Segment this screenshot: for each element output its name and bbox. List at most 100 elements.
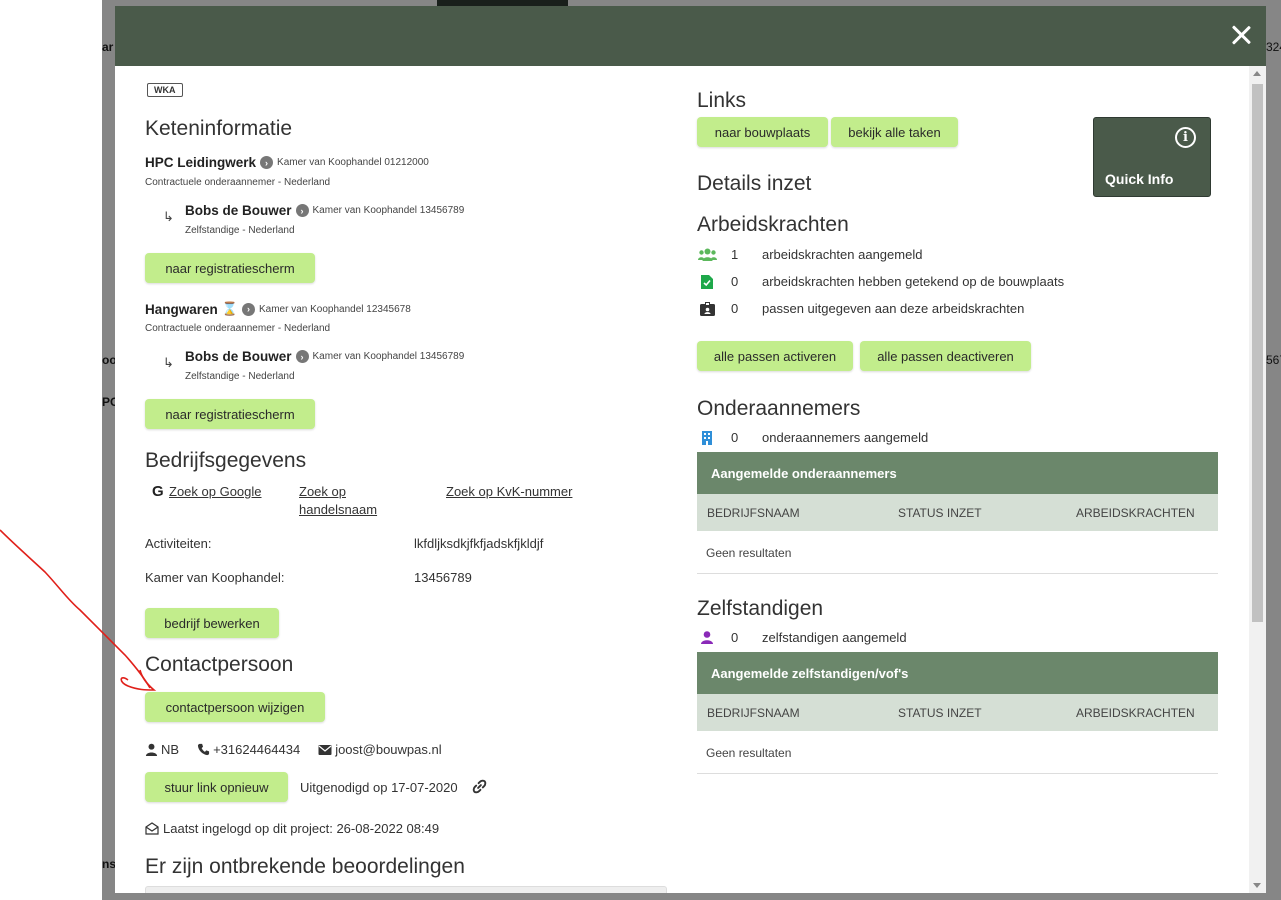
stat-number: 0: [731, 630, 739, 645]
stat-text: arbeidskrachten hebben getekend op de bo…: [762, 274, 1065, 289]
google-search-link[interactable]: Zoek op Google: [169, 484, 262, 499]
missing-reviews-panel: [145, 886, 667, 893]
sub-company-type: Zelfstandige - Nederland: [185, 225, 295, 236]
trade-name-search-link[interactable]: Zoek op: [299, 484, 346, 499]
table-divider: [697, 573, 1218, 574]
kvk-search-link[interactable]: Zoek op KvK-nummer: [446, 484, 572, 499]
modal-header: [115, 6, 1266, 66]
envelope-icon: [318, 744, 332, 755]
workers-title: Arbeidskrachten: [697, 213, 849, 236]
registration-button[interactable]: naar registratiescherm: [145, 399, 315, 429]
stat-number: 0: [731, 301, 739, 316]
last-login: Laatst ingelogd op dit project: 26-08-20…: [163, 821, 440, 836]
last-login-row: Laatst ingelogd op dit project: 26-08-20…: [145, 821, 439, 836]
scroll-up-icon[interactable]: [1253, 71, 1261, 76]
subcontractors-empty: Geen resultaten: [706, 546, 792, 560]
phone-icon: [197, 743, 210, 756]
stat-text: onderaannemers aangemeld: [762, 430, 929, 445]
stat-registered: 1 arbeidskrachten aangemeld: [697, 247, 922, 262]
col-workers[interactable]: ARBEIDSKRACHTEN: [1076, 506, 1195, 520]
quick-info-panel[interactable]: i Quick Info: [1093, 117, 1211, 197]
scroll-down-icon[interactable]: [1253, 883, 1261, 888]
sub-company-name: Bobs de Bouwer: [185, 349, 292, 364]
view-tasks-button[interactable]: bekijk alle taken: [831, 117, 958, 147]
chain-company-row: Hangwaren ⌛ › Kamer van Koophandel 12345…: [145, 301, 411, 317]
contact-info-row: NB +31624464434 joost@bouwpas.nl: [145, 742, 442, 757]
details-title: Details inzet: [697, 172, 812, 195]
stat-subcontractors: 0 onderaannemers aangemeld: [697, 430, 928, 445]
company-name: Hangwaren: [145, 301, 218, 317]
subcontractors-title: Onderaannemers: [697, 397, 861, 420]
quick-info-label: Quick Info: [1105, 171, 1174, 187]
stat-text: passen uitgegeven aan deze arbeidskracht…: [762, 301, 1025, 316]
kvk-label: Kamer van Koophandel:: [145, 570, 285, 585]
stat-signed: 0 arbeidskrachten hebben getekend op de …: [697, 274, 1064, 289]
company-info-title: Bedrijfsgegevens: [145, 449, 307, 472]
registration-button[interactable]: naar registratiescherm: [145, 253, 315, 283]
company-name: HPC Leidingwerk: [145, 155, 257, 170]
scroll-thumb[interactable]: [1252, 84, 1263, 622]
chevron-right-icon[interactable]: ›: [241, 302, 255, 316]
resend-link-button[interactable]: stuur link opnieuw: [145, 772, 288, 802]
kvk-value: 13456789: [414, 570, 472, 585]
to-site-button[interactable]: naar bouwplaats: [697, 117, 828, 147]
company-type: Contractuele onderaannemer - Nederland: [145, 323, 331, 334]
stat-self-employed: 0 zelfstandigen aangemeld: [697, 630, 907, 645]
stat-text: arbeidskrachten aangemeld: [762, 247, 923, 262]
id-badge-icon: [697, 301, 717, 316]
links-title: Links: [697, 89, 747, 112]
building-icon: [697, 430, 717, 445]
self-employed-title: Zelfstandigen: [697, 597, 824, 620]
stat-text: zelfstandigen aangemeld: [762, 630, 907, 645]
deactivate-all-passes-button[interactable]: alle passen deactiveren: [860, 341, 1031, 371]
col-company-name[interactable]: BEDRIJFSNAAM: [707, 506, 800, 520]
contact-email[interactable]: joost@bouwpas.nl: [335, 742, 441, 757]
users-icon: [697, 248, 717, 261]
link-icon[interactable]: [472, 779, 487, 794]
close-icon[interactable]: [1226, 20, 1256, 50]
contact-phone[interactable]: +31624464434: [213, 742, 300, 757]
contact-title: Contactpersoon: [145, 653, 294, 676]
contact-name: NB: [161, 742, 180, 757]
sub-company-row: Bobs de Bouwer › Kamer van Koophandel 13…: [185, 349, 464, 364]
trade-name-search-link-line2[interactable]: handelsnaam: [299, 502, 377, 517]
wka-tag: WKA: [147, 83, 183, 97]
chain-company-row: HPC Leidingwerk › Kamer van Koophandel 0…: [145, 155, 429, 170]
activate-all-passes-button[interactable]: alle passen activeren: [697, 341, 853, 371]
sub-company-name: Bobs de Bouwer: [185, 203, 292, 218]
chain-title: Keteninformatie: [145, 117, 293, 140]
table-divider: [697, 773, 1218, 774]
change-contact-button[interactable]: contactpersoon wijzigen: [145, 692, 325, 722]
user-icon: [145, 743, 158, 756]
envelope-open-icon: [145, 822, 159, 835]
sub-arrow-icon: ↳: [163, 209, 174, 224]
background-text: 324: [1266, 40, 1281, 54]
company-kvk: Kamer van Koophandel 01212000: [277, 157, 429, 168]
modal-scrollbar[interactable]: [1249, 66, 1266, 893]
invited-date: Uitgenodigd op 17-07-2020: [300, 780, 458, 795]
activities-value: lkfdljksdkjfkfjadskfjkldjf: [414, 536, 544, 551]
background-text: ar: [102, 40, 114, 54]
info-icon: i: [1175, 127, 1196, 148]
stat-passes: 0 passen uitgegeven aan deze arbeidskrac…: [697, 301, 1024, 316]
sub-company-type: Zelfstandige - Nederland: [185, 371, 295, 382]
self-employed-empty: Geen resultaten: [706, 746, 792, 760]
edit-company-button[interactable]: bedrijf bewerken: [145, 608, 279, 638]
chevron-right-icon[interactable]: ›: [260, 156, 274, 169]
modal-content: WKA Keteninformatie HPC Leidingwerk › Ka…: [115, 66, 1249, 893]
subcontractors-table-header: Aangemelde onderaannemers: [697, 452, 1218, 494]
hourglass-icon: ⌛: [221, 301, 238, 316]
background-text: 567: [1266, 353, 1281, 367]
col-company-name[interactable]: BEDRIJFSNAAM: [707, 706, 800, 720]
stat-number: 1: [731, 247, 739, 262]
subcontractors-table-columns: BEDRIJFSNAAM STATUS INZET ARBEIDSKRACHTE…: [697, 494, 1218, 531]
chevron-right-icon[interactable]: ›: [295, 204, 309, 217]
stat-number: 0: [731, 430, 739, 445]
col-workers[interactable]: ARBEIDSKRACHTEN: [1076, 706, 1195, 720]
file-check-icon: [697, 274, 717, 289]
chevron-right-icon[interactable]: ›: [295, 350, 309, 363]
col-status[interactable]: STATUS INZET: [898, 506, 982, 520]
company-detail-modal: WKA Keteninformatie HPC Leidingwerk › Ka…: [115, 6, 1266, 893]
col-status[interactable]: STATUS INZET: [898, 706, 982, 720]
company-type: Contractuele onderaannemer - Nederland: [145, 177, 331, 188]
